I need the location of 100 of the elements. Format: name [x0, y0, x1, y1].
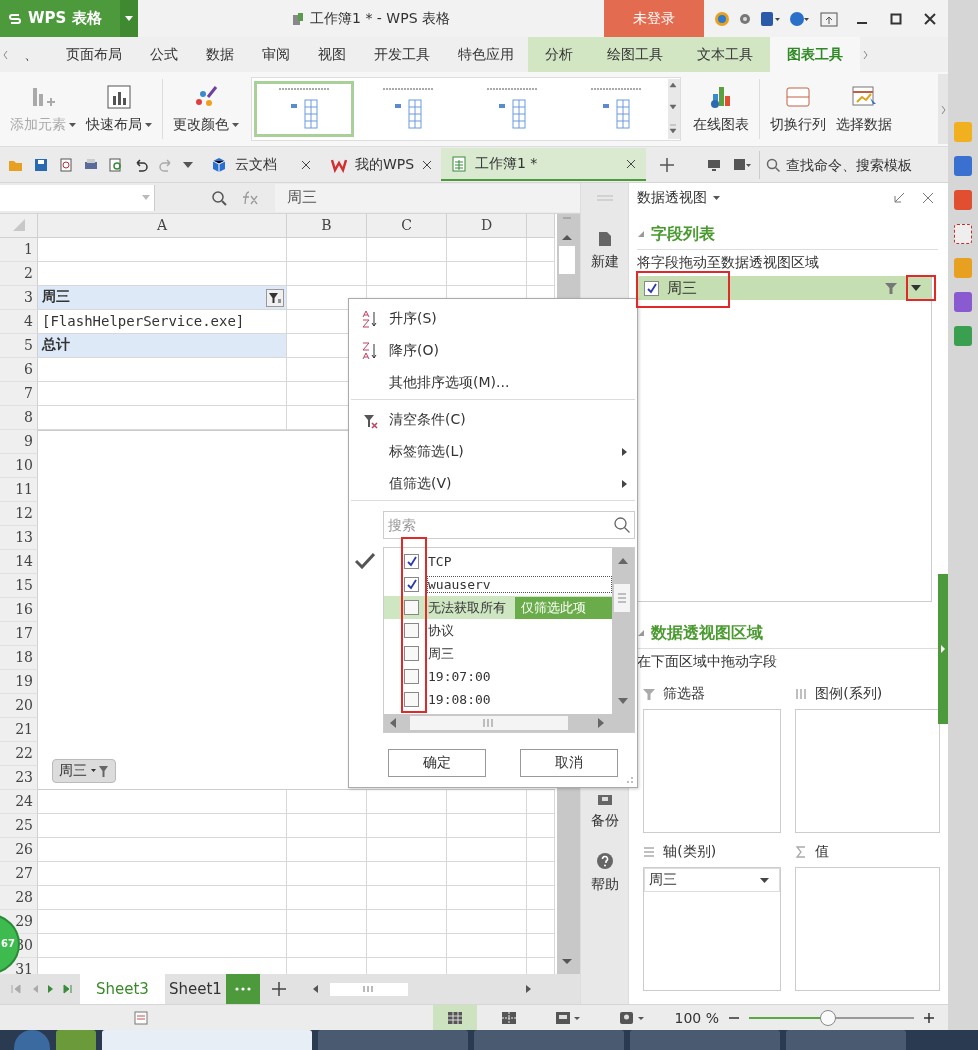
zoom-slider[interactable]: [749, 1009, 914, 1026]
drop-area[interactable]: 周三: [643, 867, 782, 991]
ribbon-tab[interactable]: 分析: [528, 37, 590, 72]
colorful-circle-icon[interactable]: [714, 10, 730, 27]
command-search-field[interactable]: 查找命令、搜索模板: [760, 151, 948, 178]
chart-field-button[interactable]: 周三: [52, 758, 116, 783]
chart-style-thumbnail[interactable]: [254, 81, 354, 137]
filter-icon[interactable]: [885, 282, 898, 294]
gear-icon[interactable]: [739, 12, 751, 25]
checkbox[interactable]: [644, 280, 660, 296]
row-header[interactable]: 21: [0, 717, 38, 742]
sheet-tab[interactable]: Sheet3: [80, 974, 165, 1004]
dialog-button[interactable]: 确定: [388, 749, 486, 777]
ribbon-tab[interactable]: 开发工具: [360, 37, 444, 72]
column-header[interactable]: B: [287, 213, 367, 238]
row-header[interactable]: 4: [0, 309, 38, 334]
zoom-slider-thumb[interactable]: [820, 1009, 837, 1026]
side-button[interactable]: 帮助: [590, 852, 619, 894]
ribbon-button[interactable]: 更改颜色: [169, 84, 243, 134]
document-tab[interactable]: 工作簿1 *: [441, 148, 646, 181]
horizontal-scroll-bar[interactable]: [384, 714, 634, 732]
d-logo-icon[interactable]: [760, 10, 780, 27]
ribbon-tab[interactable]: 审阅: [248, 37, 304, 72]
resize-grip-icon[interactable]: [626, 776, 634, 784]
row-header[interactable]: 26: [0, 837, 38, 862]
list-item[interactable]: 周三: [427, 643, 455, 664]
row-header[interactable]: 22: [0, 741, 38, 766]
app-icon[interactable]: [954, 224, 972, 244]
close-icon[interactable]: [924, 12, 936, 25]
ribbon-tab[interactable]: 特色应用: [444, 37, 528, 72]
ribbon-button[interactable]: 选择数据: [832, 84, 896, 134]
row-header[interactable]: 24: [0, 789, 38, 814]
ribbon-button[interactable]: 切换行列: [766, 84, 830, 134]
list-item[interactable]: wuauserv: [427, 576, 612, 593]
menu-item[interactable]: 值筛选(V): [351, 468, 635, 501]
checkbox[interactable]: [404, 623, 419, 638]
row-header[interactable]: 19: [0, 669, 38, 694]
column-header[interactable]: D: [447, 213, 527, 238]
close-icon[interactable]: [422, 159, 433, 170]
row-header[interactable]: 25: [0, 813, 38, 838]
row-header[interactable]: 23: [0, 765, 38, 790]
app-menu-button[interactable]: WPS 表格: [0, 0, 120, 37]
app-menu-caret[interactable]: [120, 0, 138, 37]
row-header[interactable]: 13: [0, 525, 38, 550]
view-mode-button[interactable]: [432, 1005, 477, 1030]
row-header[interactable]: 8: [0, 405, 38, 430]
row-header[interactable]: 16: [0, 597, 38, 622]
sheet-tab[interactable]: Sheet1: [164, 974, 226, 1004]
field-label[interactable]: 周三: [667, 278, 878, 298]
column-header[interactable]: A: [38, 213, 287, 238]
ribbon-tab[interactable]: 文本工具: [680, 37, 770, 72]
checkbox[interactable]: [404, 646, 419, 661]
close-icon[interactable]: [626, 158, 636, 169]
row-header[interactable]: 18: [0, 645, 38, 670]
side-button[interactable]: 新建: [590, 231, 619, 271]
row-header[interactable]: 10: [0, 453, 38, 478]
area-field-item[interactable]: 周三: [644, 868, 781, 892]
refresh-document-icon[interactable]: [58, 156, 74, 173]
row-header[interactable]: 2: [0, 261, 38, 286]
document-tab[interactable]: 我的WPS: [321, 148, 441, 181]
plus-icon[interactable]: [660, 157, 674, 172]
caret-icon[interactable]: [183, 161, 193, 168]
zoom-icon[interactable]: [211, 189, 227, 206]
document-tab[interactable]: 云文档: [201, 148, 321, 181]
monitor-icon[interactable]: [707, 157, 721, 172]
redo-icon[interactable]: [158, 156, 174, 173]
row-header[interactable]: 14: [0, 549, 38, 574]
ribbon-tab[interactable]: 视图: [304, 37, 360, 72]
save-icon[interactable]: [33, 156, 49, 173]
checkbox[interactable]: [404, 669, 419, 684]
list-item[interactable]: 19:07:00: [427, 668, 492, 685]
start-button[interactable]: [14, 1030, 50, 1050]
column-header[interactable]: C: [367, 213, 447, 238]
row-header[interactable]: 11: [0, 477, 38, 502]
field-item[interactable]: 周三: [638, 276, 932, 300]
row-header[interactable]: 9: [0, 429, 38, 454]
print-preview-icon[interactable]: [108, 156, 124, 173]
row-header[interactable]: 15: [0, 573, 38, 598]
ribbon-tab[interactable]: 图表工具: [770, 37, 860, 72]
undo-icon[interactable]: [133, 156, 149, 173]
row-header[interactable]: 27: [0, 861, 38, 886]
search-field[interactable]: 搜索: [383, 511, 635, 539]
vertical-scroll-bar[interactable]: [612, 548, 634, 714]
row-header[interactable]: 17: [0, 621, 38, 646]
row-header[interactable]: 12: [0, 501, 38, 526]
row-header[interactable]: 28: [0, 885, 38, 910]
maximize-icon[interactable]: [890, 12, 902, 25]
row-header[interactable]: 7: [0, 381, 38, 406]
zoom-in-icon[interactable]: [924, 1012, 934, 1023]
close-icon[interactable]: [301, 159, 311, 170]
list-item[interactable]: 19:08:00: [427, 691, 492, 708]
section-title[interactable]: 字段列表: [651, 223, 716, 245]
zoom-level[interactable]: 100 %: [674, 1009, 719, 1026]
plus-icon[interactable]: [271, 982, 286, 996]
expand-triangle-icon[interactable]: [637, 230, 646, 238]
ribbon-tab[interactable]: 页面布局: [52, 37, 136, 72]
checkbox[interactable]: [404, 554, 419, 569]
caret-icon[interactable]: [713, 196, 721, 200]
checkbox[interactable]: [404, 692, 419, 707]
share-icon[interactable]: [820, 10, 838, 27]
